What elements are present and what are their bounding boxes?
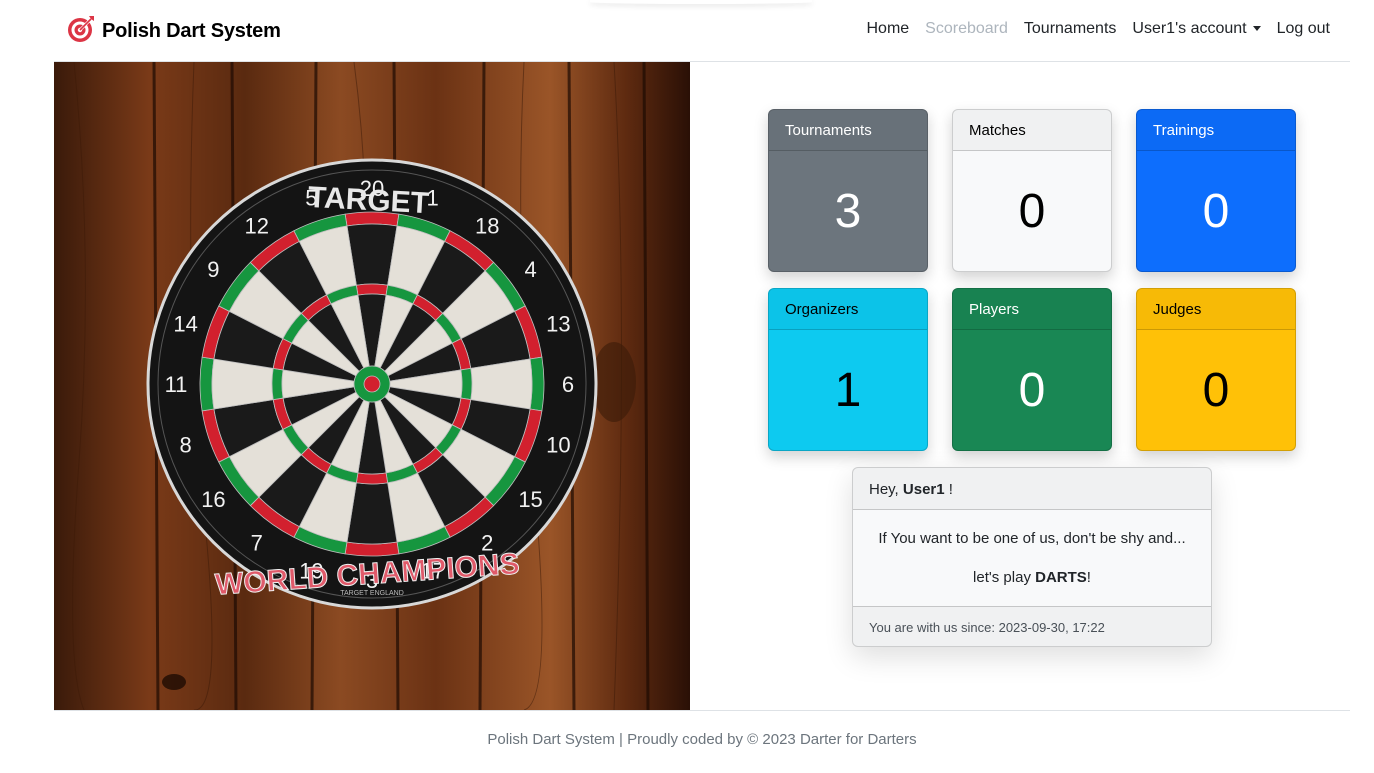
- welcome-cta: let's play DARTS!: [853, 547, 1211, 586]
- card-header: Matches: [953, 110, 1111, 151]
- card-value: 3: [834, 184, 862, 238]
- bullseye-icon: [66, 14, 96, 49]
- greeting-end: !: [948, 481, 953, 498]
- welcome-body: If You want to be one of us, don't be sh…: [853, 510, 1211, 606]
- board-number: 9: [207, 257, 219, 282]
- trainings-stat-card[interactable]: Trainings 0: [1136, 109, 1296, 272]
- welcome-header: Hey, User1 !: [853, 468, 1211, 510]
- card-header: Judges: [1137, 289, 1295, 330]
- judges-stat-card[interactable]: Judges 0: [1136, 288, 1296, 451]
- board-number: 14: [173, 311, 197, 336]
- board-number: 4: [524, 257, 536, 282]
- cta-bold: DARTS: [1035, 569, 1087, 586]
- board-number: 18: [475, 213, 499, 238]
- card-value: 0: [1018, 363, 1046, 417]
- nav-logout[interactable]: Log out: [1277, 20, 1330, 38]
- board-number: 8: [179, 433, 191, 458]
- welcome-message: If You want to be one of us, don't be sh…: [878, 530, 1186, 547]
- board-number: 11: [165, 372, 188, 397]
- board-number: 12: [245, 213, 269, 238]
- nav-menu: Home Scoreboard Tournaments User1's acco…: [850, 20, 1330, 38]
- card-header: Tournaments: [769, 110, 927, 151]
- organizers-stat-card[interactable]: Organizers 1: [768, 288, 928, 451]
- dartboard-photo: 20 1 18 4 13 6 10 15 2 17 3 19 7 16 8 11 14 9 12 5 TARGET W…: [54, 62, 690, 710]
- board-number: 7: [251, 531, 263, 556]
- board-number: 10: [546, 433, 570, 458]
- card-value: 0: [1202, 184, 1230, 238]
- footer-divider: [54, 710, 1350, 711]
- cta-prefix: let's play: [973, 569, 1031, 586]
- card-header: Organizers: [769, 289, 927, 330]
- brand-name: Polish Dart System: [102, 20, 281, 42]
- board-number: 15: [518, 487, 542, 512]
- tournaments-stat-card[interactable]: Tournaments 3: [768, 109, 928, 272]
- nav-tournaments[interactable]: Tournaments: [1024, 20, 1117, 38]
- card-value: 0: [1018, 184, 1046, 238]
- brand-link[interactable]: Polish Dart System: [66, 14, 281, 49]
- welcome-card: Hey, User1 ! If You want to be one of us…: [852, 467, 1212, 647]
- greeting-text: Hey,: [869, 481, 899, 498]
- nav-account-label: User1's account: [1132, 20, 1247, 37]
- board-number: 13: [546, 311, 570, 336]
- matches-stat-card[interactable]: Matches 0: [952, 109, 1112, 272]
- footer-text: Polish Dart System | Proudly coded by © …: [487, 731, 917, 748]
- board-brand-text: TARGET: [307, 181, 430, 220]
- board-maker-text: TARGET ENGLAND: [340, 590, 404, 597]
- card-header: Trainings: [1137, 110, 1295, 151]
- username: User1: [902, 481, 945, 498]
- cta-suffix: !: [1086, 569, 1091, 586]
- board-number: 16: [201, 487, 225, 512]
- nav-account-dropdown[interactable]: User1's account: [1132, 20, 1261, 38]
- nav-scoreboard[interactable]: Scoreboard: [925, 20, 1008, 38]
- card-value: 0: [1202, 363, 1230, 417]
- board-number: 6: [562, 372, 574, 397]
- nav-home[interactable]: Home: [866, 20, 909, 38]
- member-since: You are with us since: 2023-09-30, 17:22: [853, 606, 1211, 646]
- card-value: 1: [834, 363, 862, 417]
- players-stat-card[interactable]: Players 0: [952, 288, 1112, 451]
- card-header: Players: [953, 289, 1111, 330]
- caret-down-icon: [1252, 26, 1261, 32]
- navbar: Polish Dart System Home Scoreboard Tourn…: [54, 0, 1350, 62]
